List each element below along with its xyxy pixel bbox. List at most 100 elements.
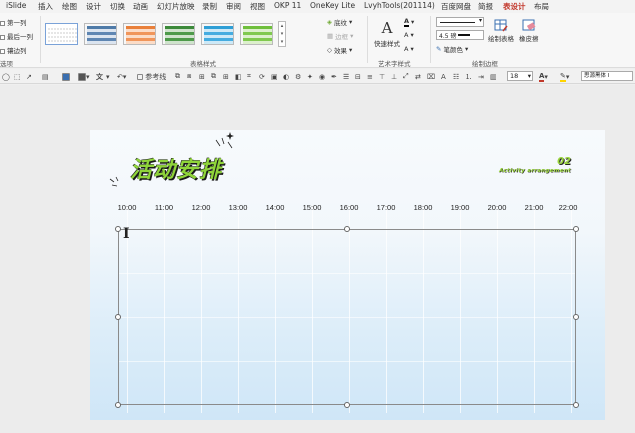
resize-handle-bottom[interactable] (344, 402, 350, 408)
table-style-preview (126, 26, 155, 44)
tab-animations[interactable]: 动画 (133, 1, 148, 12)
resize-handle-bottom-right[interactable] (573, 402, 579, 408)
text-fill-button[interactable]: A ▾ (404, 17, 414, 27)
tab-draw[interactable]: 绘图 (62, 1, 77, 12)
tab-baidu[interactable]: 百度网盘 (441, 1, 471, 12)
align-top-icon[interactable]: ⊤ (379, 72, 385, 81)
tab-view[interactable]: 视图 (250, 1, 265, 12)
slide[interactable]: 活动安排 02 Activity arrangement 10:00 11:00… (90, 130, 605, 420)
layer-icon[interactable]: ⊞ (199, 72, 205, 81)
resize-handle-bottom-left[interactable] (115, 402, 121, 408)
highlight-button[interactable]: ✎ ▾ (560, 72, 569, 82)
time-label: 13:00 (228, 203, 248, 212)
shape-icon[interactable]: ⬚ (14, 72, 21, 81)
tab-transitions[interactable]: 切换 (110, 1, 125, 12)
image-icon[interactable]: ▣ (271, 72, 278, 81)
grid-icon[interactable]: ⊞ (223, 72, 229, 81)
mask-icon[interactable]: ◐ (283, 72, 289, 81)
clip-icon[interactable]: ⌧ (427, 72, 435, 81)
effects-button[interactable]: ◇ 效果 ▾ (327, 45, 352, 55)
fill-icon[interactable]: ◧ (235, 72, 242, 81)
quick-styles-button[interactable]: A 快速样式 (374, 19, 400, 48)
resize-handle-left[interactable] (115, 314, 121, 320)
size-icon[interactable]: ⤢ (403, 72, 409, 81)
tab-layout[interactable]: 布局 (534, 1, 549, 12)
crop-icon[interactable]: ⌗ (247, 72, 251, 81)
arrow-icon[interactable]: ↗ (26, 72, 32, 81)
border-button[interactable]: ▦ 边框 ▾ (327, 31, 353, 41)
tab-okp[interactable]: OKP 11 (274, 1, 301, 10)
tab-design[interactable]: 设计 (86, 1, 101, 12)
align-bottom-icon[interactable]: ⊥ (391, 72, 397, 81)
align-left-icon[interactable]: ☰ (343, 72, 349, 81)
gear-icon[interactable]: ⚙ (295, 72, 301, 81)
draw-table-button[interactable]: 绘制表格 (488, 19, 514, 43)
table-style-swatch-6[interactable] (240, 23, 273, 45)
distribute-icon[interactable]: ⊟ (355, 72, 361, 81)
copy-icon[interactable]: ⧉ (211, 72, 216, 81)
styles-scroll[interactable]: ▴ ▾ ▾ (278, 21, 286, 47)
tab-record[interactable]: 录制 (202, 1, 217, 12)
align-icon[interactable]: ⧉ (175, 72, 180, 81)
options-group-label: 选项 (0, 60, 13, 68)
table-style-swatch-3[interactable] (123, 23, 156, 45)
font-size-dropdown[interactable]: 18 ▾ (507, 71, 533, 81)
menu-bar: iSlide 插入 绘图 设计 切换 动画 幻灯片放映 录制 审阅 视图 OKP… (0, 0, 635, 14)
tab-lvyhtools[interactable]: LvyhTools(201114) (364, 1, 435, 10)
tab-slideshow[interactable]: 幻灯片放映 (157, 1, 195, 12)
font-name-dropdown[interactable]: 思源黑体 I (581, 71, 633, 81)
time-label: 20:00 (487, 203, 507, 212)
undo-icon[interactable]: ↶▾ (117, 72, 126, 81)
align-center-icon[interactable]: ≡ (367, 72, 373, 81)
dropdown-icon[interactable]: ▾ (106, 72, 110, 81)
pen-style-dropdown[interactable]: ▾ (436, 17, 484, 27)
bullets-icon[interactable]: ☷ (453, 72, 459, 81)
table-style-swatch-5[interactable] (201, 23, 234, 45)
circle-icon[interactable]: ◯ (2, 72, 10, 81)
time-label: 16:00 (339, 203, 359, 212)
eraser-button[interactable]: 橡皮擦 (519, 19, 539, 43)
reference-line-toggle[interactable]: 参考线 (137, 72, 166, 81)
circle-tool-icon[interactable]: ◉ (319, 72, 325, 81)
draw-table-icon (494, 19, 508, 32)
last-column-checkbox[interactable]: 最后一列 (0, 31, 33, 41)
selected-table[interactable] (118, 229, 576, 405)
tab-review[interactable]: 审阅 (226, 1, 241, 12)
table-style-swatch-4[interactable] (162, 23, 195, 45)
tab-insert[interactable]: 插入 (38, 1, 53, 12)
brush-icon[interactable]: ✒ (331, 72, 337, 81)
text-effects-button[interactable]: A ▾ (404, 45, 414, 53)
numbering-icon[interactable]: ⒈ (465, 72, 472, 81)
group-icon[interactable]: ⧈ (187, 72, 191, 81)
time-label: 10:00 (117, 203, 137, 212)
rotate-icon[interactable]: ⟳ (259, 72, 265, 81)
flip-icon[interactable]: ⇄ (415, 72, 421, 81)
tab-onekey[interactable]: OneKey Lite (310, 1, 355, 10)
shape-fill-icon[interactable]: ▾ (78, 72, 90, 81)
pen-color-button[interactable]: ✎ 笔颜色 ▾ (436, 44, 468, 54)
text-icon[interactable]: A (441, 72, 446, 81)
tab-brief[interactable]: 简报 (478, 1, 493, 12)
resize-handle-top-left[interactable] (115, 226, 121, 232)
picture-icon[interactable] (62, 72, 70, 81)
table-icon[interactable]: ▤ (42, 72, 49, 81)
tab-table-design[interactable]: 表设计 (503, 1, 526, 14)
indent-icon[interactable]: ⇥ (478, 72, 484, 81)
columns-icon[interactable]: ▥ (490, 72, 497, 81)
star-icon[interactable]: ✦ (307, 72, 313, 81)
table-style-swatch-2[interactable] (84, 23, 117, 45)
resize-handle-top[interactable] (344, 226, 350, 232)
resize-handle-right[interactable] (573, 314, 579, 320)
resize-handle-top-right[interactable] (573, 226, 579, 232)
checkbox-icon (0, 34, 5, 40)
text-outline-button[interactable]: A ▾ (404, 31, 414, 39)
table-style-swatch-1[interactable] (45, 23, 78, 45)
first-column-checkbox[interactable]: 第一列 (0, 17, 27, 27)
tab-islide[interactable]: iSlide (6, 1, 26, 10)
text-outline-icon: A (404, 31, 409, 39)
font-color-button[interactable]: A ▾ (539, 72, 548, 82)
shading-button[interactable]: ◈ 底纹 ▾ (327, 17, 352, 27)
banded-columns-checkbox[interactable]: 镶边列 (0, 45, 27, 55)
text-direction-button[interactable]: 文 (96, 72, 103, 81)
pen-weight-dropdown[interactable]: 4.5 磅 (436, 30, 484, 40)
